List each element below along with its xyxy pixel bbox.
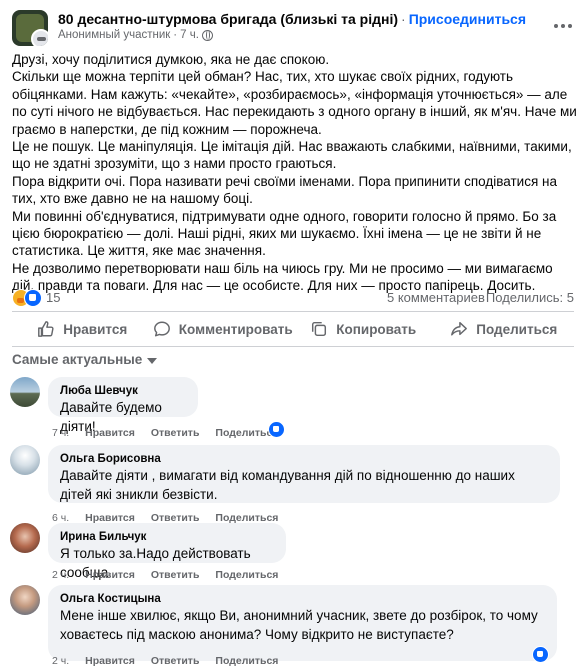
- comments-sort-dropdown[interactable]: Самые актуальные: [12, 352, 158, 367]
- comment-reply-button[interactable]: Ответить: [151, 569, 200, 581]
- more-options-icon[interactable]: [552, 16, 574, 36]
- like-button[interactable]: Нравится: [12, 312, 153, 346]
- comment-actions: 2 ч. Нравится Ответить Поделиться: [52, 655, 278, 667]
- avatar[interactable]: [10, 445, 40, 475]
- comment-author[interactable]: Ирина Бильчук: [60, 530, 274, 545]
- title-separator: ·: [401, 11, 406, 27]
- comment-reply-button[interactable]: Ответить: [151, 655, 200, 667]
- comment-share-button[interactable]: Поделиться: [215, 655, 278, 667]
- comment-item: Люба Шевчук Давайте будемо діяти! 7 ч. Н…: [10, 377, 575, 439]
- comment-share-button[interactable]: Поделиться: [215, 569, 278, 581]
- comment-item: Ольга Борисовна Давайте діяти , вимагати…: [10, 445, 575, 524]
- post-meta: Анонимный участник · 7 ч.: [58, 29, 213, 41]
- comment-like-icon[interactable]: [532, 646, 549, 663]
- comment-time[interactable]: 2 ч.: [52, 655, 69, 667]
- comment-icon: [153, 321, 170, 337]
- comment-bubble: Люба Шевчук Давайте будемо діяти!: [48, 377, 198, 434]
- comment-like-icon[interactable]: [268, 421, 285, 438]
- reaction-icons[interactable]: [12, 289, 44, 307]
- divider: [12, 346, 574, 347]
- comment-time[interactable]: 7 ч.: [52, 427, 69, 439]
- comment-author[interactable]: Ольга Костицына: [60, 592, 545, 607]
- comment-text: Давайте діяти , вимагати від командуванн…: [60, 468, 515, 502]
- comment-like-button[interactable]: Нравится: [85, 569, 135, 581]
- comment-author[interactable]: Ольга Борисовна: [60, 452, 548, 467]
- comment-like-button[interactable]: Нравится: [85, 427, 135, 439]
- comment-bubble: Ольга Борисовна Давайте діяти , вимагати…: [48, 445, 560, 503]
- anonymous-icon: [31, 29, 48, 46]
- share-icon: [451, 321, 468, 336]
- post-time[interactable]: 7 ч.: [180, 29, 199, 41]
- copy-icon: [312, 321, 327, 337]
- avatar[interactable]: [10, 585, 40, 615]
- comment-bubble: Ирина Бильчук Я только за.Надо действова…: [48, 523, 286, 580]
- comment-actions: 2 ч. Нравится Ответить Поделиться: [52, 569, 278, 581]
- like-label: Нравится: [63, 321, 128, 337]
- copy-label: Копировать: [336, 321, 417, 337]
- reaction-count[interactable]: 15: [46, 290, 60, 305]
- comment-button[interactable]: Комментировать: [153, 312, 294, 346]
- post-paragraph: Це не пошук. Це маніпуляція. Це імітація…: [12, 139, 572, 172]
- post-paragraph: Скільки ще можна терпіти цей обман? Нас,…: [12, 69, 577, 137]
- comment-author[interactable]: Люба Шевчук: [60, 384, 186, 399]
- sort-label: Самые актуальные: [12, 352, 143, 367]
- caret-down-icon: [147, 357, 158, 364]
- join-group-button[interactable]: Присоединиться: [409, 11, 526, 27]
- shares-count[interactable]: Поделились: 5: [486, 290, 574, 305]
- comment-bubble: Ольга Костицына Мене інше хвилює, якщо В…: [48, 585, 557, 661]
- comment-time[interactable]: 2 ч.: [52, 569, 69, 581]
- comment-reply-button[interactable]: Ответить: [151, 427, 200, 439]
- globe-icon: [201, 29, 213, 41]
- post-author: Анонимный участник: [58, 29, 171, 41]
- comments-count[interactable]: 5 комментариев: [387, 290, 485, 305]
- share-button[interactable]: Поделиться: [434, 312, 575, 346]
- post-paragraph: Пора відкрити очі. Пора називати речі св…: [12, 173, 557, 207]
- post-paragraph: Ми повинні об'єднуватися, підтримувати о…: [12, 208, 557, 259]
- reactions-summary: 15 5 комментариев Поделились: 5: [12, 288, 574, 308]
- thumbs-up-icon: [38, 321, 54, 337]
- post-title-row: 80 десантно-штурмова бригада (близькі та…: [58, 11, 526, 27]
- post-body: Друзі, хочу поділитися думкою, яка не да…: [12, 51, 577, 295]
- comment-actions: 7 ч. Нравится Ответить Поделиться: [52, 427, 278, 439]
- copy-button[interactable]: Копировать: [293, 312, 434, 346]
- post-paragraph: Друзі, хочу поділитися думкою, яка не да…: [12, 52, 330, 67]
- group-avatar[interactable]: [12, 10, 48, 46]
- share-label: Поделиться: [476, 321, 558, 337]
- post-actions-bar: Нравится Комментировать Копировать Подел…: [12, 312, 574, 346]
- comment-like-button[interactable]: Нравится: [85, 655, 135, 667]
- comment-text: Мене інше хвилює, якщо Ви, анонимний уча…: [60, 608, 538, 642]
- group-name-link[interactable]: 80 десантно-штурмова бригада (близькі та…: [58, 11, 398, 27]
- post-header: 80 десантно-штурмова бригада (близькі та…: [12, 8, 574, 46]
- comment-item: Ирина Бильчук Я только за.Надо действова…: [10, 523, 575, 583]
- meta-separator: ·: [173, 29, 178, 41]
- avatar[interactable]: [10, 523, 40, 553]
- avatar[interactable]: [10, 377, 40, 407]
- like-reaction-icon: [24, 289, 42, 307]
- comment-label: Комментировать: [178, 321, 293, 337]
